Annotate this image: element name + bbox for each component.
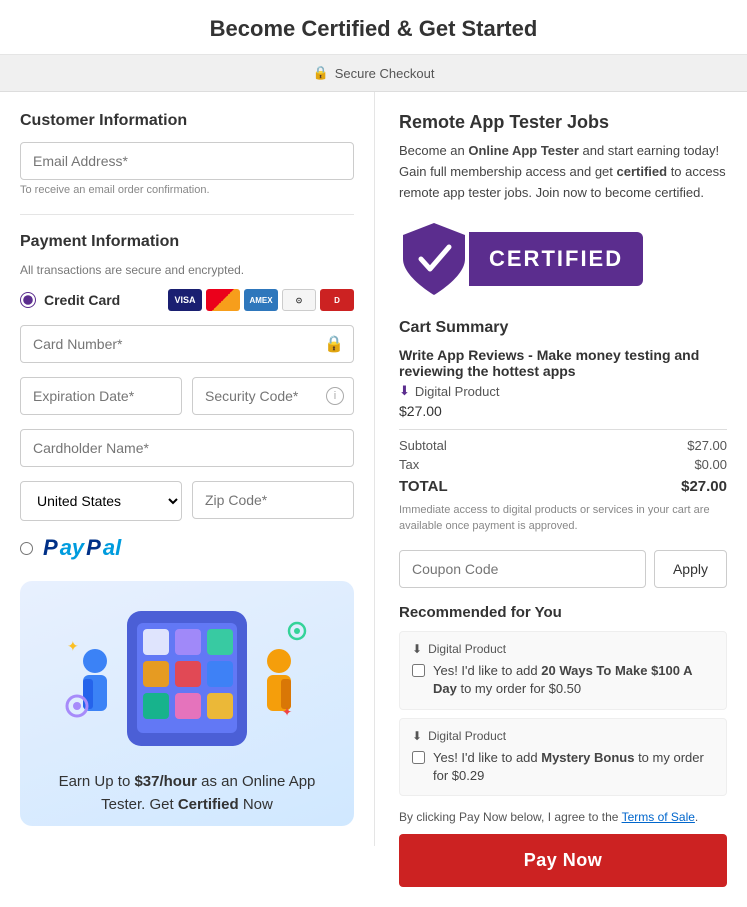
recommended-title: Recommended for You	[399, 604, 727, 621]
security-info-icon[interactable]: i	[326, 387, 344, 405]
rec2-label: ⬇ Digital Product	[412, 729, 714, 743]
illustration-caption: Earn Up to $37/hour as an Online App Tes…	[40, 771, 334, 816]
lock-icon: 🔒	[313, 65, 329, 81]
terms-row: By clicking Pay Now below, I agree to th…	[399, 810, 727, 824]
credit-card-option[interactable]: Credit Card	[20, 292, 120, 308]
paypal-p-icon: P	[43, 535, 58, 561]
card-icons: VISA AMEX ⊙ D	[168, 289, 354, 311]
payment-info-section: Payment Information All transactions are…	[20, 233, 354, 561]
certified-text: CERTIFIED	[469, 232, 643, 286]
subtotal-value: $27.00	[687, 438, 727, 453]
payment-note: All transactions are secure and encrypte…	[20, 263, 354, 277]
total-row: TOTAL $27.00	[399, 478, 727, 495]
download-icon: ⬇	[399, 383, 410, 399]
expiration-field[interactable]	[20, 377, 182, 415]
page-title: Become Certified & Get Started	[0, 0, 747, 55]
certified-bold: certified	[617, 164, 668, 179]
online-tester-bold: Online App Tester	[468, 143, 579, 158]
apply-button[interactable]: Apply	[654, 550, 727, 588]
country-select-wrapper[interactable]: United States Canada United Kingdom Aust…	[20, 481, 182, 521]
customer-info-title: Customer Information	[20, 112, 354, 130]
certified-badge: CERTIFIED	[399, 219, 727, 299]
coupon-input[interactable]	[399, 550, 646, 588]
shield-icon	[399, 219, 469, 299]
product-price: $27.00	[399, 403, 727, 419]
card-number-field[interactable]	[20, 325, 354, 363]
cart-note: Immediate access to digital products or …	[399, 503, 727, 534]
visa-icon: VISA	[168, 289, 202, 311]
payment-info-title: Payment Information	[20, 233, 354, 251]
mastercard-icon	[206, 289, 240, 311]
email-note: To receive an email order confirmation.	[20, 184, 354, 196]
zip-code-field[interactable]	[192, 481, 354, 519]
rec-item-2: ⬇ Digital Product Yes! I'd like to add M…	[399, 718, 727, 796]
email-field[interactable]	[20, 142, 354, 180]
remote-description: Become an Online App Tester and start ea…	[399, 141, 727, 203]
terms-link[interactable]: Terms of Sale	[622, 810, 695, 824]
subtotal-label: Subtotal	[399, 438, 447, 453]
card-lock-icon: 🔒	[324, 334, 344, 354]
rec-item-1: ⬇ Digital Product Yes! I'd like to add 2…	[399, 631, 727, 709]
total-label: TOTAL	[399, 478, 448, 495]
illustration-section: ✦ ✦ Earn Up to $37/hour as an Online App…	[20, 581, 354, 826]
tax-value: $0.00	[694, 457, 727, 472]
secure-checkout-label: Secure Checkout	[335, 66, 435, 81]
credit-card-label: Credit Card	[44, 292, 120, 308]
paypal-option[interactable]: PayPal	[20, 535, 354, 561]
tax-label: Tax	[399, 457, 419, 472]
total-value: $27.00	[681, 478, 727, 495]
rec1-label: ⬇ Digital Product	[412, 642, 714, 656]
discover-icon: ⊙	[282, 289, 316, 311]
cart-summary-title: Cart Summary	[399, 319, 727, 337]
digital-product-label: ⬇ Digital Product	[399, 383, 727, 399]
rec2-text: Yes! I'd like to add Mystery Bonus to my…	[433, 749, 714, 785]
cardholder-name-field[interactable]	[20, 429, 354, 467]
country-select[interactable]: United States Canada United Kingdom Aust…	[20, 481, 182, 521]
paypal-radio[interactable]	[20, 542, 33, 555]
coupon-section: Apply	[399, 550, 727, 588]
tax-row: Tax $0.00	[399, 457, 727, 472]
rec2-download-icon: ⬇	[412, 729, 422, 743]
paypal-ay-text: ay	[60, 535, 84, 561]
credit-card-radio[interactable]	[20, 292, 36, 308]
svg-text:✦: ✦	[67, 638, 79, 654]
customer-info-section: Customer Information To receive an email…	[20, 112, 354, 196]
illustration-graphic: ✦ ✦	[57, 601, 317, 761]
svg-text:✦: ✦	[282, 705, 292, 719]
rec1-checkbox[interactable]	[412, 664, 425, 677]
subtotal-row: Subtotal $27.00	[399, 438, 727, 453]
secure-checkout-bar: 🔒 Secure Checkout	[0, 55, 747, 92]
rec1-text: Yes! I'd like to add 20 Ways To Make $10…	[433, 662, 714, 698]
amex-icon: AMEX	[244, 289, 278, 311]
product-name: Write App Reviews - Make money testing a…	[399, 347, 727, 379]
right-section-title: Remote App Tester Jobs	[399, 112, 727, 133]
rec2-checkbox[interactable]	[412, 751, 425, 764]
pay-now-button[interactable]: Pay Now	[399, 834, 727, 887]
paypal-logo: PayPal	[43, 535, 121, 561]
rec1-download-icon: ⬇	[412, 642, 422, 656]
other-card-icon: D	[320, 289, 354, 311]
